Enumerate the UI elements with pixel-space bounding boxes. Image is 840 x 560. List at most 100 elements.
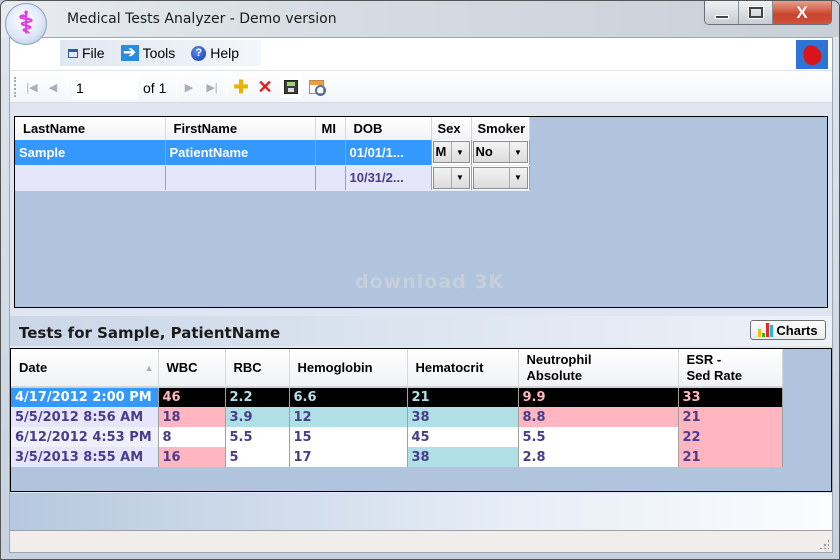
column-header-mi[interactable]: MI: [315, 117, 346, 140]
sex-dropdown[interactable]: ▼: [432, 166, 470, 189]
patients-header-row: LastName FirstName MI DOB Sex Smoker: [15, 117, 530, 140]
cell-neutrophil[interactable]: 9.9: [518, 387, 679, 407]
cell-esr[interactable]: 21: [678, 447, 783, 467]
save-button[interactable]: [280, 76, 302, 98]
sex-dropdown[interactable]: M ▼: [432, 141, 470, 164]
cell-lastname[interactable]: Sample: [15, 140, 166, 166]
move-next-button[interactable]: ▶: [182, 78, 196, 96]
column-header-hematocrit[interactable]: Hematocrit: [407, 349, 519, 388]
column-header-neutrophil[interactable]: Neutrophil Absolute: [518, 349, 679, 388]
chevron-down-icon[interactable]: ▼: [508, 167, 527, 188]
move-last-button[interactable]: ▶|: [204, 78, 220, 96]
cell-smoker[interactable]: No ▼: [471, 140, 530, 166]
menu-file[interactable]: File: [60, 45, 113, 61]
cell-neutrophil[interactable]: 8.8: [518, 407, 679, 427]
minimize-button[interactable]: [705, 1, 739, 24]
column-header-lastname[interactable]: LastName: [15, 117, 166, 140]
status-bar: [10, 530, 832, 552]
cell-hematocrit[interactable]: 21: [407, 387, 519, 407]
column-header-esr[interactable]: ESR - Sed Rate: [678, 349, 783, 388]
patient-row[interactable]: Sample PatientName 01/01/1... M ▼ No ▼: [15, 140, 530, 166]
cell-date[interactable]: 5/5/2012 8:56 AM: [11, 407, 159, 427]
cell-firstname[interactable]: PatientName: [165, 140, 316, 166]
tests-header-row: Date ▲ WBC RBC Hemoglobin Hematocrit Neut…: [11, 349, 783, 388]
cell-hematocrit[interactable]: 45: [407, 427, 519, 447]
cell-hemoglobin[interactable]: 15: [289, 427, 408, 447]
title-bar[interactable]: ⚕ Medical Tests Analyzer - Demo version …: [1, 1, 839, 45]
position-input[interactable]: [72, 75, 138, 100]
cell-wbc[interactable]: 16: [158, 447, 226, 467]
cell-neutrophil[interactable]: 5.5: [518, 427, 679, 447]
cell-rbc[interactable]: 5.5: [225, 427, 290, 447]
column-header-firstname[interactable]: FirstName: [165, 117, 316, 140]
charts-button[interactable]: Charts: [750, 320, 826, 340]
test-row[interactable]: 3/5/2013 8:55 AM 16 5 17 38 2.8 21: [11, 447, 783, 467]
sex-value: M: [435, 144, 447, 160]
move-previous-button[interactable]: ◀: [46, 78, 60, 96]
cell-dob[interactable]: 10/31/2...: [345, 165, 432, 191]
cell-hematocrit[interactable]: 38: [407, 447, 519, 467]
print-preview-icon: [308, 80, 326, 96]
column-header-wbc[interactable]: WBC: [158, 349, 226, 388]
delete-button[interactable]: ✕: [256, 76, 274, 97]
cell-hemoglobin[interactable]: 17: [289, 447, 408, 467]
maximize-button[interactable]: [739, 1, 773, 24]
resize-grip[interactable]: [819, 539, 829, 549]
cell-date[interactable]: 3/5/2013 8:55 AM: [11, 447, 159, 467]
test-row[interactable]: 5/5/2012 8:56 AM 18 3.9 12 38 8.8 21: [11, 407, 783, 427]
cell-date[interactable]: 4/17/2012 2:00 PM: [11, 387, 159, 407]
smoker-dropdown[interactable]: ▼: [472, 166, 528, 189]
patients-grid[interactable]: LastName FirstName MI DOB Sex Smoker Sam…: [14, 116, 828, 308]
move-first-icon: |◀: [26, 81, 38, 94]
chevron-down-icon[interactable]: ▼: [508, 142, 527, 163]
column-header-smoker[interactable]: Smoker: [471, 117, 530, 140]
close-button[interactable]: X: [773, 1, 831, 24]
cell-lastname[interactable]: [15, 165, 166, 191]
column-header-dob[interactable]: DOB: [345, 117, 432, 140]
cell-mi[interactable]: [315, 140, 346, 166]
cell-date[interactable]: 6/12/2012 4:53 PM: [11, 427, 159, 447]
cell-mi[interactable]: [315, 165, 346, 191]
add-new-button[interactable]: ✚: [232, 77, 250, 97]
test-row[interactable]: 4/17/2012 2:00 PM 46 2.2 6.6 21 9.9 33: [11, 387, 783, 407]
chevron-down-icon[interactable]: ▼: [450, 142, 469, 163]
cell-rbc[interactable]: 2.2: [225, 387, 290, 407]
smoker-dropdown[interactable]: No ▼: [472, 141, 528, 164]
cell-sex[interactable]: M ▼: [431, 140, 472, 166]
cell-wbc[interactable]: 8: [158, 427, 226, 447]
cell-wbc[interactable]: 46: [158, 387, 226, 407]
cell-firstname[interactable]: [165, 165, 316, 191]
cell-wbc[interactable]: 18: [158, 407, 226, 427]
cell-esr[interactable]: 21: [678, 407, 783, 427]
delete-icon: ✕: [257, 76, 273, 97]
move-next-icon: ▶: [184, 81, 194, 94]
move-first-button[interactable]: |◀: [24, 78, 40, 96]
sort-ascending-icon: ▲: [144, 362, 154, 373]
cell-smoker[interactable]: ▼: [471, 165, 530, 191]
cell-rbc[interactable]: 3.9: [225, 407, 290, 427]
column-header-date[interactable]: Date ▲: [11, 349, 159, 388]
tests-grid[interactable]: Date ▲ WBC RBC Hemoglobin Hematocrit Neut…: [10, 348, 832, 492]
binding-navigator: |◀ ◀ of 1 ▶ ▶| ✚ ✕: [10, 71, 832, 103]
header-line: Sed Rate: [686, 367, 743, 383]
column-header-sex[interactable]: Sex: [431, 117, 472, 140]
test-row[interactable]: 6/12/2012 4:53 PM 8 5.5 15 45 5.5 22: [11, 427, 783, 447]
print-preview-button[interactable]: [306, 78, 326, 96]
chevron-down-icon[interactable]: ▼: [450, 167, 469, 188]
cell-sex[interactable]: ▼: [431, 165, 472, 191]
menu-tools[interactable]: ➔ Tools: [113, 45, 184, 61]
cell-esr[interactable]: 22: [678, 427, 783, 447]
cell-esr[interactable]: 33: [678, 387, 783, 407]
cell-hemoglobin[interactable]: 6.6: [289, 387, 408, 407]
caduceus-icon[interactable]: ⚕: [5, 3, 47, 45]
column-header-rbc[interactable]: RBC: [225, 349, 290, 388]
cell-hematocrit[interactable]: 38: [407, 407, 519, 427]
toolbar-grip[interactable]: [14, 77, 17, 97]
cell-dob[interactable]: 01/01/1...: [345, 140, 432, 166]
patient-new-row[interactable]: 10/31/2... ▼ ▼: [15, 165, 530, 191]
cell-neutrophil[interactable]: 2.8: [518, 447, 679, 467]
cell-rbc[interactable]: 5: [225, 447, 290, 467]
column-header-hemoglobin[interactable]: Hemoglobin: [289, 349, 408, 388]
menu-help[interactable]: ? Help: [183, 45, 247, 61]
cell-hemoglobin[interactable]: 12: [289, 407, 408, 427]
